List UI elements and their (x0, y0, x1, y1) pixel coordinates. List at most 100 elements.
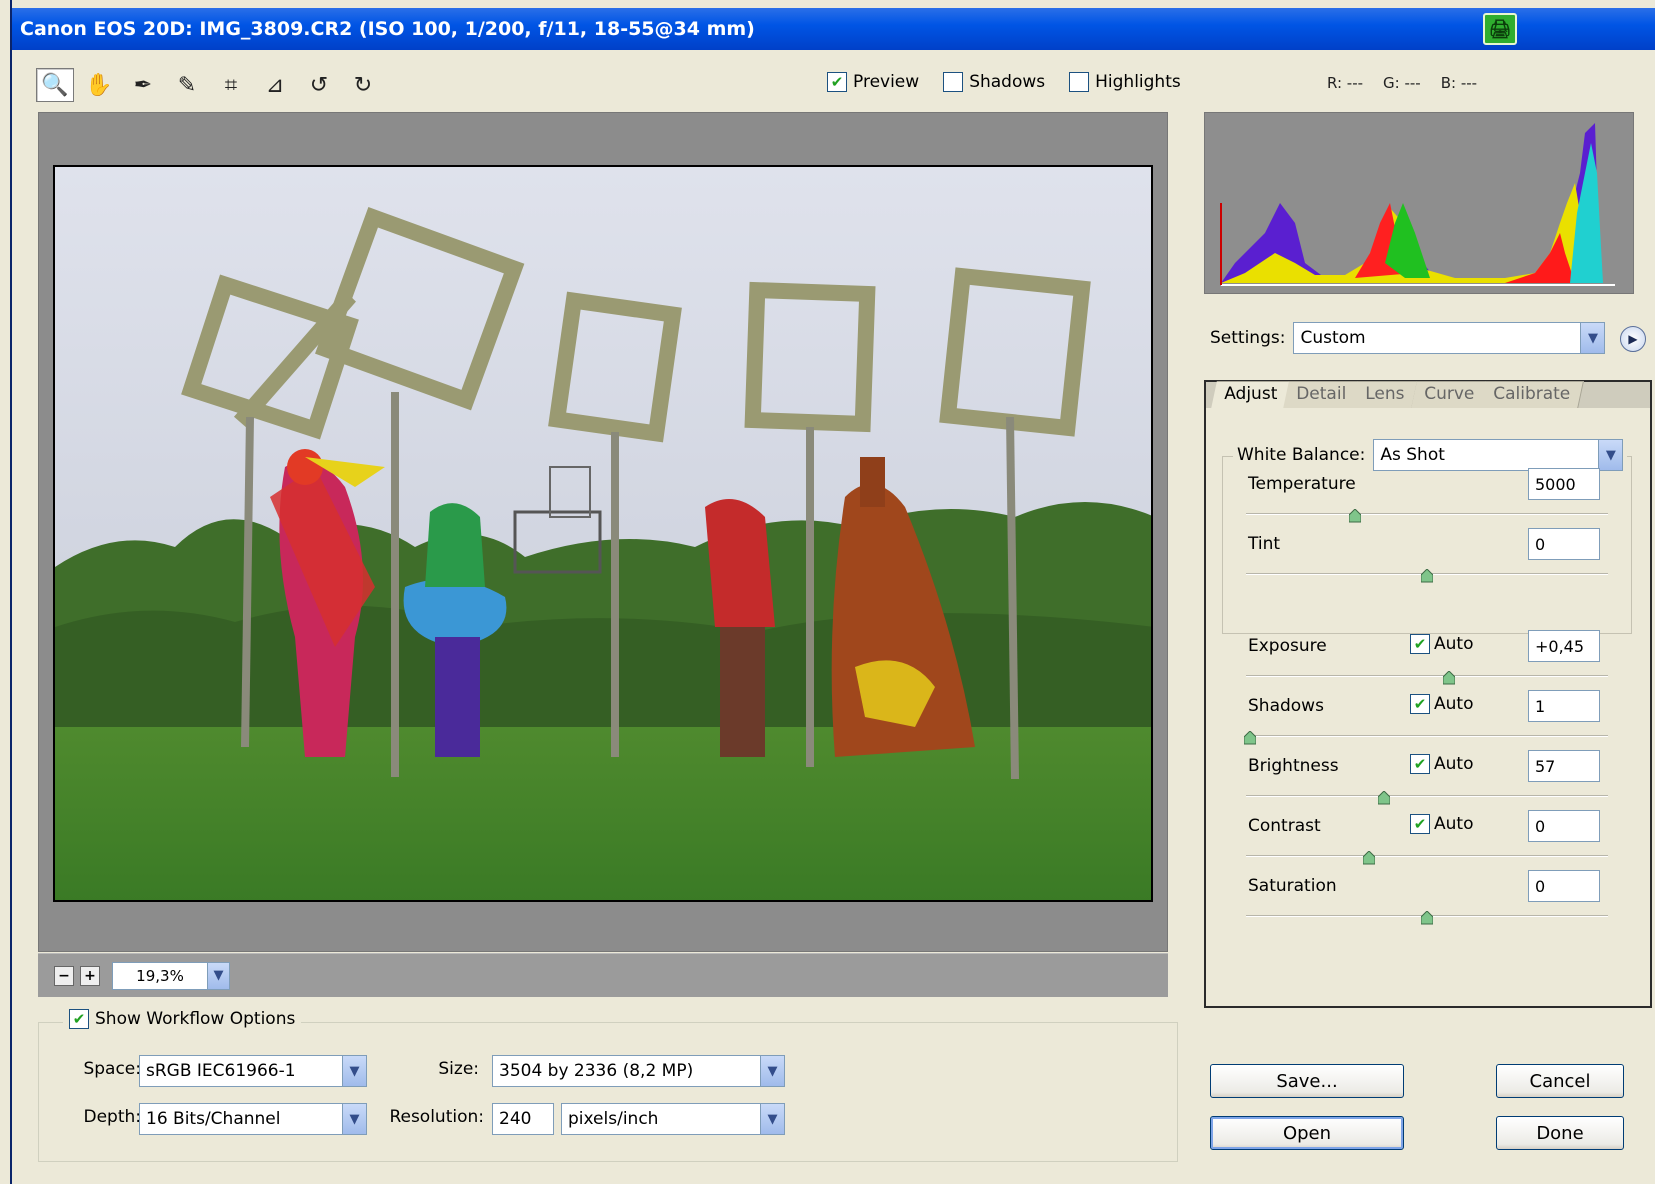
color-sampler-tool[interactable]: ✎ (168, 68, 206, 102)
cancel-button[interactable]: Cancel (1496, 1064, 1624, 1098)
chevron-down-icon[interactable]: ▼ (1580, 323, 1605, 353)
magnifier-icon: 🔍 (41, 72, 69, 98)
slider-thumb-icon[interactable] (1420, 568, 1434, 583)
straighten-tool[interactable]: ⊿ (256, 68, 294, 102)
printer-icon[interactable]: 🖨 (1483, 13, 1517, 45)
b-readout: B: --- (1440, 74, 1478, 92)
zoom-level-select[interactable]: 19,3% ▼ (112, 961, 230, 990)
contrast-auto-checkbox[interactable]: ✔ Auto (1410, 814, 1473, 834)
white-balance-value: As Shot (1380, 445, 1445, 465)
preview-label: Preview (853, 72, 920, 92)
chevron-down-icon[interactable]: ▼ (1598, 440, 1623, 470)
hand-tool[interactable]: ✋ (80, 68, 118, 102)
tint-slider[interactable] (1246, 568, 1608, 583)
zoom-out-button[interactable]: − (54, 965, 74, 986)
slider-thumb-icon[interactable] (1442, 670, 1456, 685)
slider-thumb-icon[interactable] (1362, 850, 1376, 865)
chevron-down-icon[interactable]: ▼ (760, 1056, 784, 1086)
resolution-unit-value: pixels/inch (568, 1109, 659, 1129)
chevron-down-icon[interactable]: ▼ (342, 1056, 366, 1086)
hand-icon: ✋ (85, 72, 113, 98)
auto-label: Auto (1434, 754, 1474, 774)
photo-image (55, 167, 1151, 900)
temperature-label: Temperature (1248, 474, 1356, 494)
check-icon: ✔ (1410, 694, 1430, 714)
preview-checkbox[interactable]: ✔ Preview (827, 72, 919, 92)
brightness-input[interactable]: 57 (1528, 750, 1600, 782)
workflow-options-group: ✔ Show Workflow Options Space: sRGB IEC6… (38, 1009, 1178, 1162)
depth-value: 16 Bits/Channel (146, 1109, 281, 1129)
exposure-slider[interactable] (1246, 670, 1608, 685)
done-button[interactable]: Done (1496, 1116, 1624, 1150)
color-sampler-icon: ✎ (177, 72, 197, 98)
check-icon: ✔ (1410, 754, 1430, 774)
chevron-down-icon[interactable]: ▼ (760, 1104, 784, 1134)
slider-thumb-icon[interactable] (1243, 730, 1257, 745)
size-select[interactable]: 3504 by 2336 (8,2 MP) ▼ (492, 1055, 785, 1087)
white-balance-row: White Balance: As Shot ▼ (1233, 439, 1628, 471)
highlights-checkbox[interactable]: Highlights (1069, 72, 1181, 92)
exposure-auto-checkbox[interactable]: ✔ Auto (1410, 634, 1473, 654)
rotate-left-tool[interactable]: ↺ (300, 68, 338, 102)
saturation-slider[interactable] (1246, 910, 1608, 925)
slider-thumb-icon[interactable] (1377, 790, 1391, 805)
saturation-label: Saturation (1248, 876, 1337, 896)
saturation-input[interactable]: 0 (1528, 870, 1600, 902)
brightness-auto-checkbox[interactable]: ✔ Auto (1410, 754, 1473, 774)
rotate-right-tool[interactable]: ↻ (344, 68, 382, 102)
white-balance-label: White Balance: (1237, 445, 1366, 465)
depth-select[interactable]: 16 Bits/Channel ▼ (139, 1103, 367, 1135)
shadows-slider[interactable] (1243, 730, 1608, 745)
crop-tool[interactable]: ⌗ (212, 68, 250, 102)
slider-thumb-icon[interactable] (1420, 910, 1434, 925)
brightness-slider[interactable] (1246, 790, 1608, 805)
photo-preview[interactable] (53, 165, 1153, 902)
show-workflow-options-checkbox[interactable]: ✔ Show Workflow Options (63, 1009, 302, 1029)
eyedropper-icon: ✒ (133, 72, 153, 98)
settings-menu-icon[interactable]: ▶ (1620, 326, 1646, 352)
rotate-ccw-icon: ↺ (309, 72, 329, 98)
contrast-slider[interactable] (1246, 850, 1608, 865)
exposure-input[interactable]: +0,45 (1528, 630, 1600, 662)
tint-input[interactable]: 0 (1528, 528, 1600, 560)
shadows-checkbox[interactable]: Shadows (943, 72, 1045, 92)
resolution-input[interactable]: 240 (492, 1103, 554, 1135)
slider-track (1246, 795, 1608, 797)
open-button[interactable]: Open (1210, 1116, 1404, 1150)
tab-lens[interactable]: Lens (1352, 381, 1419, 409)
contrast-input[interactable]: 0 (1528, 810, 1600, 842)
slider-track (1246, 735, 1608, 737)
space-label: Space: (83, 1059, 141, 1079)
histogram (1204, 112, 1634, 294)
check-icon: ✔ (1410, 814, 1430, 834)
white-balance-select[interactable]: As Shot ▼ (1373, 439, 1624, 471)
check-icon: ✔ (1410, 634, 1430, 654)
settings-label: Settings: (1210, 328, 1286, 348)
chevron-down-icon[interactable]: ▼ (342, 1104, 366, 1134)
shadows-auto-checkbox[interactable]: ✔ Auto (1410, 694, 1473, 714)
chevron-down-icon[interactable]: ▼ (207, 962, 229, 989)
temperature-input[interactable]: 5000 (1528, 468, 1600, 500)
image-preview-area[interactable] (38, 112, 1168, 952)
camera-raw-dialog: Canon EOS 20D: IMG_3809.CR2 (ISO 100, 1/… (10, 0, 1655, 1184)
title-bar[interactable]: Canon EOS 20D: IMG_3809.CR2 (ISO 100, 1/… (12, 8, 1655, 50)
size-label: Size: (438, 1059, 479, 1079)
zoom-tool[interactable]: 🔍 (36, 68, 74, 102)
window-title: Canon EOS 20D: IMG_3809.CR2 (ISO 100, 1/… (20, 18, 755, 40)
tab-label: Detail (1296, 384, 1347, 404)
slider-thumb-icon[interactable] (1348, 508, 1362, 523)
save-button[interactable]: Save... (1210, 1064, 1404, 1098)
tab-detail[interactable]: Detail (1283, 381, 1361, 409)
tab-calibrate[interactable]: Calibrate (1479, 381, 1584, 409)
settings-select[interactable]: Custom ▼ (1293, 322, 1606, 354)
white-balance-tool[interactable]: ✒ (124, 68, 162, 102)
tab-curve[interactable]: Curve (1410, 381, 1488, 409)
view-options: ✔ Preview Shadows Highlights (827, 72, 1181, 92)
resolution-unit-select[interactable]: pixels/inch ▼ (561, 1103, 785, 1135)
space-select[interactable]: sRGB IEC61966-1 ▼ (139, 1055, 367, 1087)
zoom-in-button[interactable]: + (80, 965, 100, 986)
temperature-slider[interactable] (1246, 508, 1608, 523)
space-value: sRGB IEC61966-1 (146, 1061, 296, 1081)
shadows-input[interactable]: 1 (1528, 690, 1600, 722)
tab-adjust[interactable]: Adjust (1211, 381, 1292, 409)
